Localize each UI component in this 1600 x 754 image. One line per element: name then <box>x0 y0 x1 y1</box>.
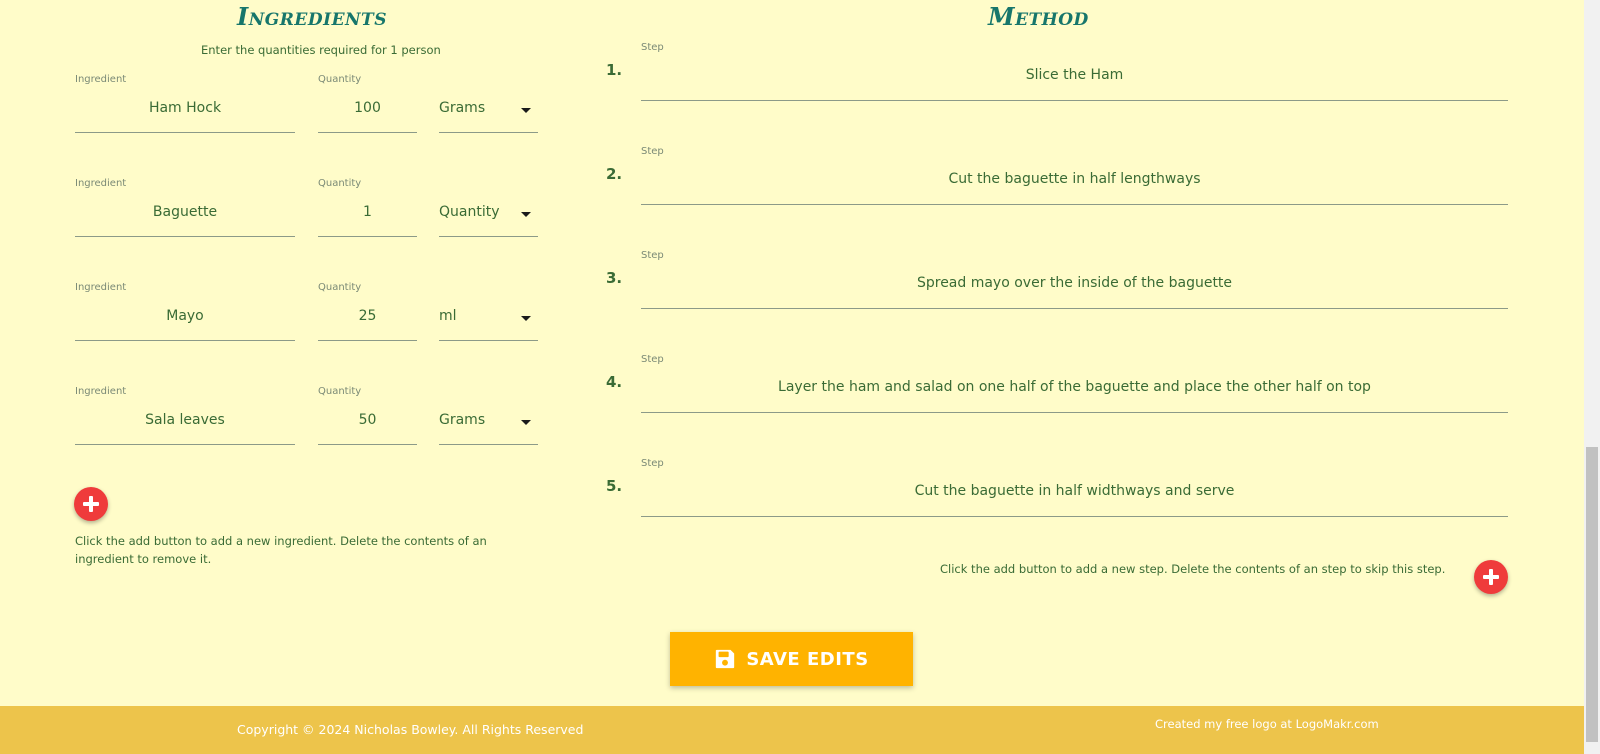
quantity-label: Quantity <box>318 282 362 293</box>
ingredient-name-input[interactable]: Baguette <box>75 204 295 220</box>
ingredient-label: Ingredient <box>75 282 127 293</box>
caret-down-icon[interactable] <box>521 420 531 425</box>
quantity-label: Quantity <box>318 386 362 397</box>
unit-select[interactable]: ml <box>439 308 457 324</box>
ingredients-help-text: Click the add button to add a new ingred… <box>75 534 487 566</box>
ingredient-label: Ingredient <box>75 178 127 189</box>
step-underline <box>641 308 1508 309</box>
unit-select[interactable]: Grams <box>439 100 485 116</box>
step-number: 1. <box>606 61 623 79</box>
add-ingredient-button[interactable] <box>74 487 108 521</box>
step-label: Step <box>641 42 664 53</box>
unit-select[interactable]: Grams <box>439 412 485 428</box>
caret-down-icon[interactable] <box>521 108 531 113</box>
caret-down-icon[interactable] <box>521 212 531 217</box>
quantity-label: Quantity <box>318 74 362 85</box>
step-underline <box>641 100 1508 101</box>
ingredient-label: Ingredient <box>75 386 127 397</box>
method-title: Method <box>988 2 1089 31</box>
quantity-input[interactable]: 1 <box>318 204 417 220</box>
step-label: Step <box>641 250 664 261</box>
quantity-input[interactable]: 25 <box>318 308 417 324</box>
step-input[interactable]: Cut the baguette in half lengthways <box>641 171 1508 187</box>
step-underline <box>641 516 1508 517</box>
ingredient-name-underline <box>75 340 295 341</box>
step-underline <box>641 204 1508 205</box>
quantity-underline <box>318 340 417 341</box>
save-edits-button[interactable]: SAVE EDITS <box>670 632 913 686</box>
floppy-disk-icon <box>716 649 735 669</box>
step-input[interactable]: Slice the Ham <box>641 67 1508 83</box>
step-input[interactable]: Spread mayo over the inside of the bague… <box>641 275 1508 291</box>
ingredients-title: Ingredients <box>237 2 387 31</box>
quantity-underline <box>318 132 417 133</box>
quantity-underline <box>318 236 417 237</box>
unit-underline <box>439 340 538 341</box>
quantity-input[interactable]: 100 <box>318 100 417 116</box>
step-label: Step <box>641 354 664 365</box>
ingredient-name-underline <box>75 236 295 237</box>
step-number: 5. <box>606 477 623 495</box>
step-label: Step <box>641 458 664 469</box>
method-help-text: Click the add button to add a new step. … <box>940 562 1446 576</box>
step-number: 3. <box>606 269 623 287</box>
footer-copyright: Copyright © 2024 Nicholas Bowley. All Ri… <box>237 722 584 737</box>
step-number: 2. <box>606 165 623 183</box>
caret-down-icon[interactable] <box>521 316 531 321</box>
step-number: 4. <box>606 373 623 391</box>
step-input[interactable]: Layer the ham and salad on one half of t… <box>641 379 1508 395</box>
quantity-underline <box>318 444 417 445</box>
ingredient-label: Ingredient <box>75 74 127 85</box>
save-edits-label: SAVE EDITS <box>746 648 869 670</box>
step-underline <box>641 412 1508 413</box>
scrollbar-thumb[interactable] <box>1586 447 1598 742</box>
unit-select[interactable]: Quantity <box>439 204 500 220</box>
quantity-label: Quantity <box>318 178 362 189</box>
footer-logo-credit-link[interactable]: Created my free logo at LogoMakr.com <box>1155 717 1379 731</box>
ingredient-name-input[interactable]: Mayo <box>75 308 295 324</box>
quantity-input[interactable]: 50 <box>318 412 417 428</box>
ingredients-subtitle: Enter the quantities required for 1 pers… <box>201 43 441 57</box>
ingredient-name-underline <box>75 132 295 133</box>
ingredient-name-underline <box>75 444 295 445</box>
ingredient-name-input[interactable]: Ham Hock <box>75 100 295 116</box>
ingredient-name-input[interactable]: Sala leaves <box>75 412 295 428</box>
unit-underline <box>439 444 538 445</box>
footer: Copyright © 2024 Nicholas Bowley. All Ri… <box>0 706 1584 754</box>
unit-underline <box>439 236 538 237</box>
add-step-button[interactable] <box>1474 560 1508 594</box>
step-input[interactable]: Cut the baguette in half widthways and s… <box>641 483 1508 499</box>
unit-underline <box>439 132 538 133</box>
step-label: Step <box>641 146 664 157</box>
